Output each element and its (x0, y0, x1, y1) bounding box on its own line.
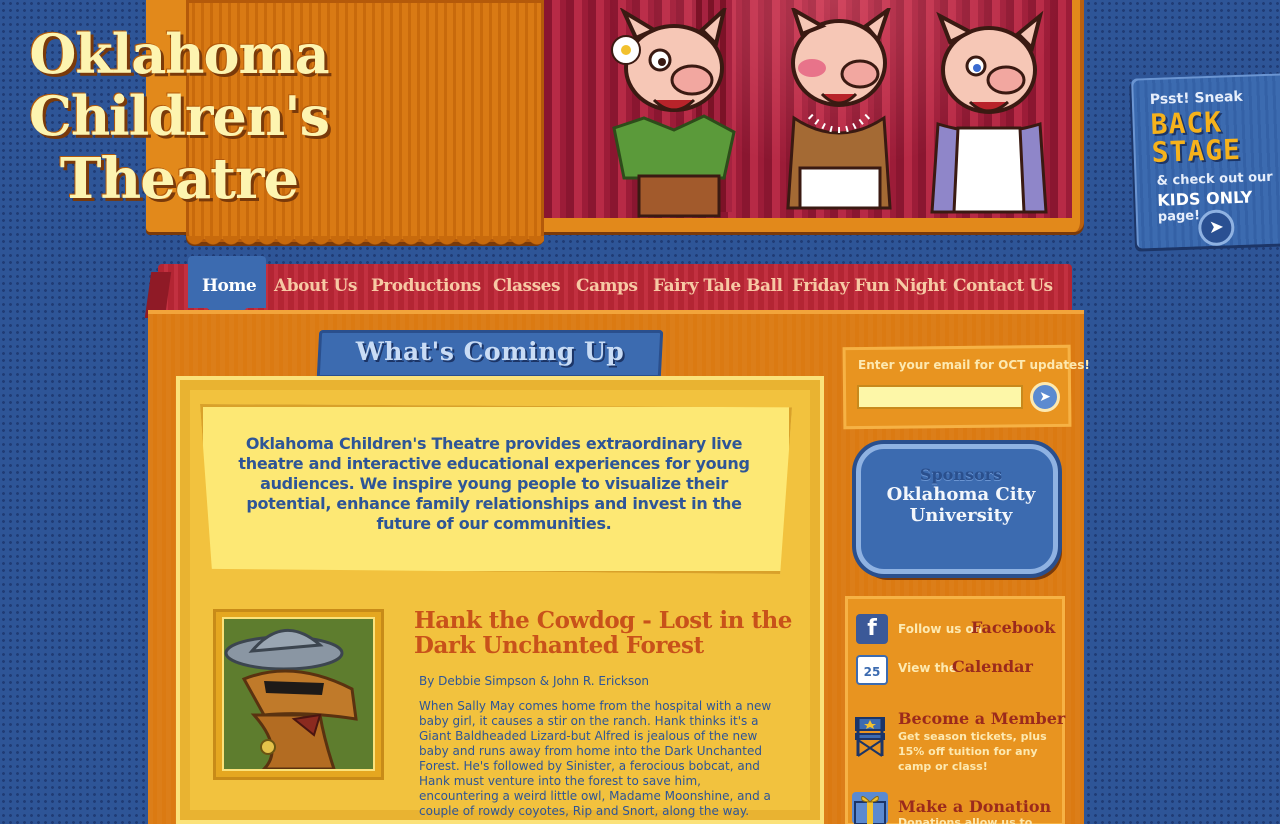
logo-line-2: Children's (28, 84, 330, 148)
stage-banner (540, 0, 1072, 218)
backstage-line-2: KIDS ONLY (1157, 187, 1253, 210)
directors-chair-svg (855, 717, 885, 757)
logo-panel-scallop (186, 236, 544, 250)
nav-item-friday-fun-night[interactable]: Friday Fun Night (792, 276, 947, 296)
hank-the-cowdog-illustration (224, 619, 373, 769)
calendar-link[interactable]: Calendar (952, 657, 1033, 676)
show-byline: By Debbie Simpson & John R. Erickson (419, 674, 650, 688)
make-donation-description: Donations allow us to (898, 816, 1033, 824)
nav-item-productions[interactable]: Productions (371, 276, 481, 296)
calendar-icon[interactable]: 25 (856, 655, 888, 685)
show-poster-image[interactable] (222, 617, 375, 771)
nav-item-classes[interactable]: Classes (493, 276, 561, 296)
sponsors-label: Sponsors (919, 465, 1003, 484)
become-member-description: Get season tickets, plus 15% off tuition… (898, 730, 1047, 773)
backstage-line-1: & check out our (1156, 169, 1273, 189)
email-signup-label: Enter your email for OCT updates! (858, 358, 1090, 372)
section-title: What's Coming Up (355, 337, 625, 366)
backstage-kids-only-tab[interactable]: Psst! Sneak BACK STAGE & check out our K… (1131, 73, 1280, 249)
facebook-follow-text[interactable]: Follow us on (898, 622, 982, 636)
make-donation-link[interactable]: Make a Donation (898, 797, 1051, 816)
nav-item-camps[interactable]: Camps (576, 276, 638, 296)
mission-statement-text: Oklahoma Children's Theatre provides ext… (238, 434, 750, 533)
backstage-line-3: page! (1157, 208, 1201, 225)
nav-item-contact-us[interactable]: Contact Us (953, 276, 1053, 296)
pig-with-pearls-illustration (786, 8, 892, 210)
backstage-psst-text: Psst! Sneak (1149, 88, 1243, 109)
become-member-link[interactable]: Become a Member (898, 709, 1065, 728)
email-signup-input[interactable] (857, 385, 1023, 409)
backstage-arrow-icon[interactable]: ➤ (1197, 209, 1235, 247)
calendar-view-text[interactable]: View the (898, 661, 957, 675)
gift-box-icon[interactable] (852, 792, 888, 824)
nav-item-about-us[interactable]: About Us (274, 276, 357, 296)
pig-with-apron-illustration (930, 10, 1048, 214)
logo-line-3: Theatre (59, 146, 299, 212)
email-submit-arrow-icon[interactable]: ➤ (1030, 382, 1060, 412)
show-title[interactable]: Hank the Cowdog - Lost in the Dark Uncha… (414, 608, 794, 658)
directors-chair-icon[interactable] (852, 712, 888, 758)
gift-box-svg (854, 796, 886, 824)
facebook-link[interactable]: Facebook (971, 618, 1055, 637)
nav-item-fairy-tale-ball[interactable]: Fairy Tale Ball (653, 276, 783, 296)
logo-line-1: Oklahoma (29, 22, 329, 86)
sponsor-name[interactable]: Oklahoma City University (856, 484, 1066, 526)
nav-item-home[interactable]: Home (202, 276, 257, 296)
backstage-stage-text: STAGE (1151, 132, 1242, 169)
facebook-icon[interactable]: f (856, 614, 888, 644)
pig-with-flower-illustration (611, 8, 736, 218)
show-description: When Sally May comes home from the hospi… (419, 699, 772, 818)
